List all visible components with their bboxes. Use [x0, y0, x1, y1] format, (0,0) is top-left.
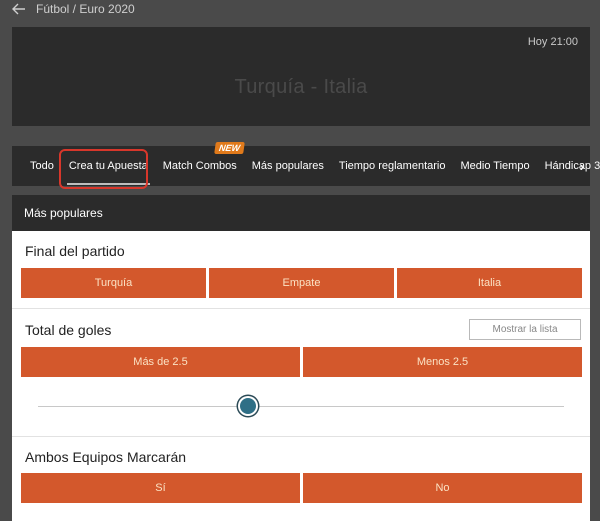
selection-si[interactable]: Sí — [21, 473, 300, 503]
final-selection-row: Turquía Empate Italia — [21, 268, 582, 298]
market-title-btts: Ambos Equipos Marcarán — [25, 449, 187, 465]
show-list-button[interactable]: Mostrar la lista — [469, 319, 581, 340]
divider — [12, 308, 590, 309]
arrow-left-icon[interactable] — [12, 2, 26, 16]
markets-panel: Final del partido Turquía Empate Italia … — [12, 231, 590, 521]
divider — [12, 436, 590, 437]
chevron-right-icon[interactable]: › — [580, 159, 584, 174]
goals-slider-track[interactable] — [38, 406, 564, 407]
match-card: Hoy 21:00 Turquía - Italia — [12, 27, 590, 126]
tab-match-combos[interactable]: Match Combos NEW — [162, 142, 245, 172]
selection-under-2-5[interactable]: Menos 2.5 — [303, 347, 582, 377]
tab-handicap-3[interactable]: Hándicap 3 — [545, 160, 600, 172]
tab-todo[interactable]: Todo — [30, 160, 54, 172]
section-title: Más populares — [24, 206, 103, 220]
match-title: Turquía - Italia — [234, 76, 368, 98]
breadcrumb[interactable]: Fútbol / Euro 2020 — [36, 2, 135, 16]
market-title-goals: Total de goles — [25, 322, 112, 338]
goals-selection-row: Más de 2.5 Menos 2.5 — [21, 347, 582, 377]
selection-italia[interactable]: Italia — [397, 268, 582, 298]
highlight-box — [59, 149, 148, 189]
match-time: Hoy 21:00 — [527, 36, 578, 48]
tab-mas-populares[interactable]: Más populares — [252, 160, 324, 172]
goals-slider-thumb[interactable] — [240, 398, 256, 414]
tab-medio-tiempo[interactable]: Medio Tiempo — [460, 160, 529, 172]
market-title-final: Final del partido — [25, 243, 125, 259]
selection-empate[interactable]: Empate — [209, 268, 394, 298]
tab-tiempo-reglamentario[interactable]: Tiempo reglamentario — [339, 160, 446, 172]
tab-label: Match Combos — [162, 160, 237, 172]
selection-over-2-5[interactable]: Más de 2.5 — [21, 347, 300, 377]
section-header: Más populares — [12, 195, 590, 231]
selection-no[interactable]: No — [303, 473, 582, 503]
new-badge: NEW — [213, 142, 245, 154]
btts-selection-row: Sí No — [21, 473, 582, 503]
selection-turquia[interactable]: Turquía — [21, 268, 206, 298]
top-bar: Fútbol / Euro 2020 — [0, 0, 600, 18]
